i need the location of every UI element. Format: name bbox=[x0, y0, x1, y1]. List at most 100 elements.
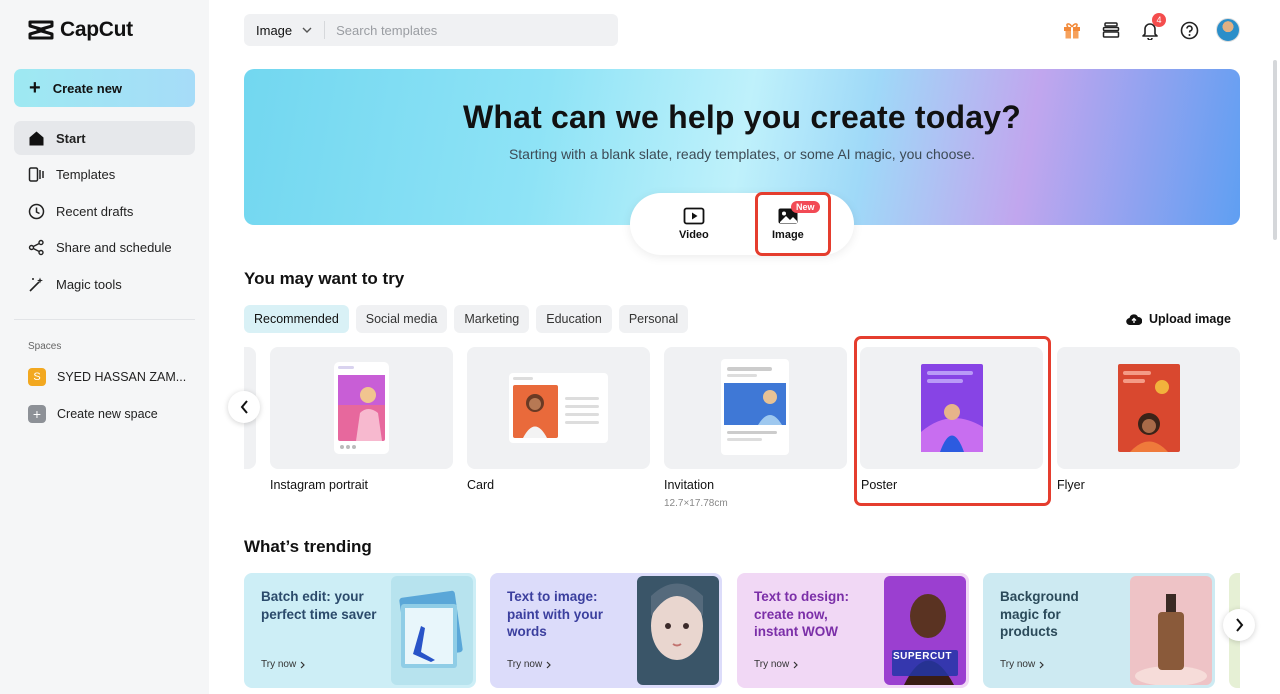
category-chips: Recommended Social media Marketing Educa… bbox=[244, 305, 689, 333]
templates-icon bbox=[28, 167, 44, 182]
help-icon bbox=[1180, 21, 1198, 39]
chip-personal[interactable]: Personal bbox=[618, 305, 689, 333]
new-badge: New bbox=[791, 201, 820, 213]
share-icon bbox=[28, 239, 44, 256]
chevron-down-icon bbox=[302, 27, 312, 33]
sidebar-item-label: Start bbox=[56, 130, 86, 146]
instagram-portrait-thumbnail bbox=[334, 362, 389, 454]
try-now-link[interactable]: Try now bbox=[261, 659, 306, 670]
template-name: Instagram portrait bbox=[270, 478, 368, 492]
sidebar-item-start[interactable]: Start bbox=[14, 121, 195, 155]
trend-card-text-to-design[interactable]: Text to design: create now, instant WOW … bbox=[737, 573, 969, 688]
try-section-title: You may want to try bbox=[244, 269, 405, 288]
card-thumbnail bbox=[509, 373, 608, 443]
sidebar-item-label: Templates bbox=[56, 167, 116, 182]
template-name: Invitation bbox=[664, 478, 715, 492]
trend-title: Background magic for products bbox=[1000, 589, 1079, 639]
poster-thumbnail bbox=[921, 364, 983, 452]
template-card-card[interactable] bbox=[467, 347, 650, 469]
create-new-space-button[interactable]: + Create new space bbox=[14, 398, 195, 430]
sidebar-nav: Start Templates Recent drafts Share and … bbox=[14, 121, 195, 304]
try-now-label: Try now bbox=[507, 659, 543, 670]
magic-wand-icon bbox=[29, 277, 43, 292]
video-icon bbox=[683, 207, 705, 225]
sidebar-item-label: Magic tools bbox=[56, 276, 122, 292]
chevron-right-icon bbox=[546, 661, 552, 668]
trend-card-batch-edit[interactable]: Batch edit: your perfect time saver Try … bbox=[244, 573, 476, 688]
capcut-logo[interactable]: CapCut bbox=[28, 18, 133, 42]
avatar bbox=[1216, 18, 1240, 42]
chevron-left-icon bbox=[240, 400, 248, 414]
sidebar-item-magic-tools[interactable]: Magic tools bbox=[14, 267, 195, 301]
carousel-prev-button[interactable] bbox=[228, 391, 260, 423]
trending-section-title: What’s trending bbox=[244, 537, 372, 556]
chip-education[interactable]: Education bbox=[536, 305, 612, 333]
help-button[interactable] bbox=[1177, 16, 1201, 44]
try-now-label: Try now bbox=[754, 659, 790, 670]
template-name: Flyer bbox=[1057, 478, 1085, 492]
template-name: Card bbox=[467, 478, 495, 492]
try-now-label: Try now bbox=[261, 659, 297, 670]
plus-icon: + bbox=[28, 405, 46, 423]
chevron-right-icon bbox=[1235, 618, 1243, 632]
text-to-image-image bbox=[637, 576, 719, 685]
template-card-poster[interactable] bbox=[860, 347, 1043, 469]
space-item[interactable]: S SYED HASSAN ZAM... bbox=[14, 361, 195, 393]
trend-card-background-magic[interactable]: Background magic for products Try now bbox=[983, 573, 1215, 688]
media-type-switcher: Video Image bbox=[630, 193, 854, 255]
template-card-instagram-portrait[interactable] bbox=[270, 347, 453, 469]
spaces-label: Spaces bbox=[28, 341, 62, 352]
batch-edit-image bbox=[391, 576, 473, 685]
sidebar-item-label: Share and schedule bbox=[56, 240, 172, 255]
search-bar: Image bbox=[244, 14, 618, 46]
trending-next-button[interactable] bbox=[1223, 609, 1255, 641]
upload-image-label: Upload image bbox=[1149, 312, 1231, 326]
chevron-right-icon bbox=[793, 661, 799, 668]
template-card-flyer[interactable] bbox=[1057, 347, 1240, 469]
page-scrollbar[interactable] bbox=[1273, 60, 1277, 240]
layers-button[interactable] bbox=[1099, 16, 1123, 44]
sidebar-divider bbox=[14, 319, 195, 320]
space-name: SYED HASSAN ZAM... bbox=[57, 370, 187, 384]
chevron-right-icon bbox=[1039, 661, 1045, 668]
space-avatar: S bbox=[28, 368, 46, 386]
search-input[interactable] bbox=[325, 22, 586, 38]
gift-icon bbox=[1064, 23, 1080, 39]
gift-button[interactable] bbox=[1060, 16, 1084, 44]
background-magic-image bbox=[1130, 576, 1212, 685]
sidebar-item-share-schedule[interactable]: Share and schedule bbox=[14, 231, 195, 265]
invitation-thumbnail bbox=[721, 359, 789, 455]
try-now-link[interactable]: Try now bbox=[507, 659, 552, 670]
sidebar-item-label: Recent drafts bbox=[56, 203, 134, 219]
text-to-design-image bbox=[884, 576, 966, 685]
sidebar: CapCut + Create new Start Templates Rece… bbox=[0, 0, 209, 694]
template-name: Poster bbox=[861, 478, 898, 492]
create-space-label: Create new space bbox=[57, 407, 158, 421]
upload-image-button[interactable]: Upload image bbox=[1126, 312, 1231, 326]
notification-count-badge: 4 bbox=[1152, 13, 1166, 27]
search-type-label: Image bbox=[256, 22, 293, 38]
try-now-link[interactable]: Try now bbox=[1000, 659, 1045, 670]
cloud-upload-icon bbox=[1126, 313, 1142, 325]
sidebar-item-templates[interactable]: Templates bbox=[14, 158, 195, 192]
layers-icon bbox=[1102, 22, 1120, 38]
try-now-link[interactable]: Try now bbox=[754, 659, 799, 670]
trend-card-text-to-image[interactable]: Text to image: paint with your words Try… bbox=[490, 573, 722, 688]
sidebar-item-recent-drafts[interactable]: Recent drafts bbox=[14, 194, 195, 228]
supercut-text: SUPERCUT bbox=[893, 651, 953, 662]
search-type-dropdown[interactable]: Image bbox=[244, 21, 326, 39]
video-option[interactable]: Video bbox=[679, 207, 709, 241]
template-size: 12.7×17.78cm bbox=[664, 498, 728, 509]
create-new-label: Create new bbox=[52, 80, 123, 96]
clock-icon bbox=[28, 203, 45, 219]
user-avatar-button[interactable] bbox=[1216, 16, 1240, 44]
chip-marketing[interactable]: Marketing bbox=[454, 305, 530, 333]
notifications-button[interactable]: 4 bbox=[1138, 13, 1166, 44]
create-new-button[interactable]: + Create new bbox=[14, 69, 195, 107]
home-icon bbox=[29, 131, 44, 145]
capcut-logo-icon bbox=[28, 20, 54, 40]
chip-social-media[interactable]: Social media bbox=[355, 305, 448, 333]
hero-title: What can we help you create today? bbox=[462, 99, 1022, 135]
chip-recommended[interactable]: Recommended bbox=[244, 305, 349, 333]
template-card-invitation[interactable] bbox=[664, 347, 847, 469]
